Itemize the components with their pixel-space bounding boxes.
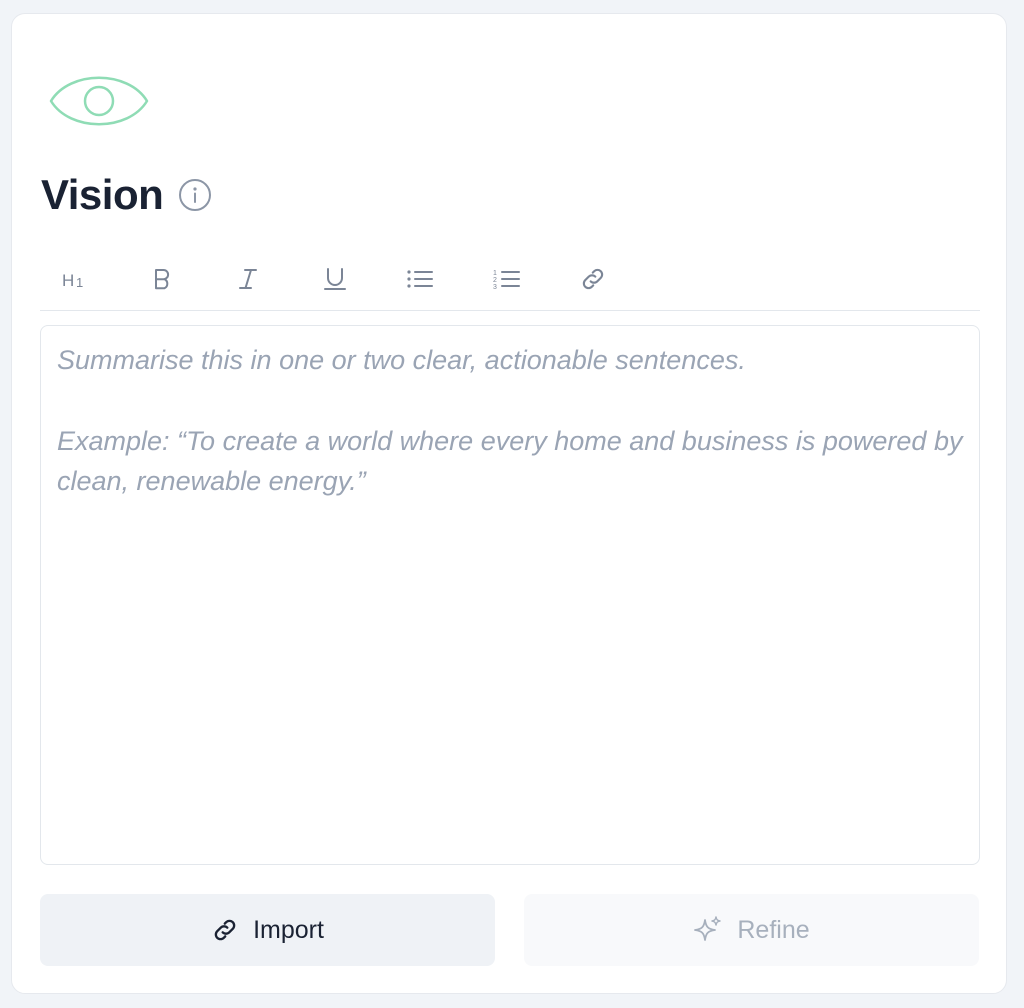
heading-1-button[interactable]: H 1 (54, 260, 98, 298)
underline-icon (324, 268, 346, 290)
vision-editor[interactable]: Summarise this in one or two clear, acti… (40, 325, 980, 865)
refine-label: Refine (737, 915, 810, 944)
svg-text:H: H (62, 271, 74, 290)
refine-button[interactable]: Refine (524, 894, 979, 966)
italic-icon (239, 269, 257, 289)
sparkle-icon (694, 916, 722, 941)
h1-icon: H 1 (62, 271, 83, 290)
link-icon (582, 268, 604, 290)
title-row: Vision (41, 170, 212, 220)
numbered-list-icon: 1 2 3 (493, 270, 520, 290)
svg-text:1: 1 (76, 275, 83, 290)
formatting-toolbar: H 1 1 2 3 (40, 256, 980, 311)
import-label: Import (253, 915, 324, 944)
vision-card: Vision H 1 1 2 3 Summarise this in one o… (11, 13, 1007, 994)
svg-text:2: 2 (493, 277, 497, 284)
svg-text:3: 3 (493, 284, 497, 290)
info-icon[interactable] (178, 178, 212, 212)
underline-button[interactable] (313, 260, 357, 298)
link-icon (214, 919, 236, 941)
svg-text:1: 1 (493, 270, 497, 277)
bold-button[interactable] (140, 260, 184, 298)
eye-icon (48, 64, 150, 138)
italic-button[interactable] (226, 260, 270, 298)
bullet-list-icon (407, 270, 433, 288)
link-button[interactable] (571, 260, 615, 298)
placeholder-instruction: Summarise this in one or two clear, acti… (57, 345, 746, 375)
bullet-list-button[interactable] (398, 260, 442, 298)
section-title: Vision (41, 171, 164, 218)
bold-icon (155, 269, 170, 290)
numbered-list-button[interactable]: 1 2 3 (485, 260, 529, 298)
placeholder-example: Example: “To create a world where every … (57, 426, 963, 496)
import-button[interactable]: Import (40, 894, 495, 966)
